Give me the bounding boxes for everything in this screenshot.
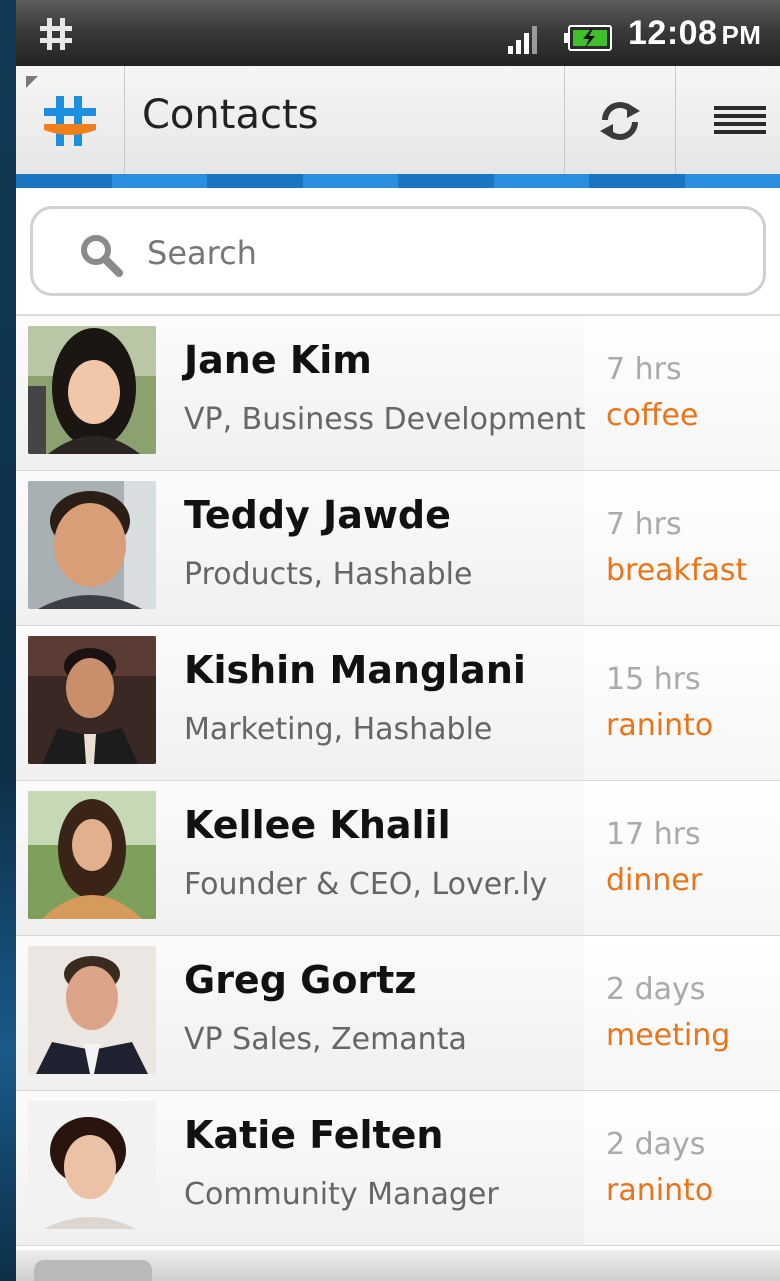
- contact-row[interactable]: Greg Gortz VP Sales, Zemanta 2 days meet…: [16, 936, 780, 1091]
- contact-time: 2 days: [606, 972, 706, 1007]
- contact-row[interactable]: Teddy Jawde Products, Hashable 7 hrs bre…: [16, 471, 780, 626]
- refresh-button[interactable]: [564, 66, 675, 174]
- avatar: [28, 791, 156, 919]
- status-bar: 12:08 PM: [16, 0, 780, 66]
- avatar: [28, 636, 156, 764]
- menu-button[interactable]: [675, 66, 780, 174]
- contact-activity: raninto: [606, 708, 714, 743]
- search-area: [16, 188, 780, 316]
- contact-name: Katie Felten: [184, 1113, 444, 1157]
- clock-ampm: PM: [721, 20, 762, 50]
- contact-row[interactable]: Kellee Khalil Founder & CEO, Lover.ly 17…: [16, 781, 780, 936]
- segment-strip: [16, 174, 780, 188]
- contact-row[interactable]: Katie Felten Community Manager 2 days ra…: [16, 1091, 780, 1246]
- dropdown-corner-icon: [26, 76, 38, 88]
- contact-role: VP Sales, Zemanta: [184, 1022, 467, 1057]
- contact-row[interactable]: Jane Kim VP, Business Development 7 hrs …: [16, 316, 780, 471]
- signal-bars-icon: [508, 26, 537, 54]
- avatar: [28, 326, 156, 454]
- contact-name: Jane Kim: [184, 338, 372, 382]
- contact-time: 7 hrs: [606, 507, 682, 542]
- contact-time: 7 hrs: [606, 352, 682, 387]
- avatar: [28, 481, 156, 609]
- status-clock: 12:08 PM: [628, 14, 761, 53]
- search-input[interactable]: [145, 229, 709, 277]
- contact-activity: meeting: [606, 1018, 731, 1053]
- contact-row[interactable]: Kishin Manglani Marketing, Hashable 15 h…: [16, 626, 780, 781]
- contact-activity: coffee: [606, 398, 699, 433]
- contact-name: Kellee Khalil: [184, 803, 451, 847]
- contact-name: Teddy Jawde: [184, 493, 451, 537]
- contact-role: Community Manager: [184, 1177, 499, 1212]
- hash-icon: [40, 18, 72, 50]
- avatar: [28, 1101, 156, 1229]
- clock-time: 12:08: [628, 14, 718, 52]
- contact-name: Kishin Manglani: [184, 648, 526, 692]
- wallpaper-edge: [0, 0, 16, 1281]
- action-bar: Contacts: [16, 66, 780, 174]
- contact-activity: breakfast: [606, 553, 748, 588]
- contact-role: Products, Hashable: [184, 557, 473, 592]
- contact-name: Greg Gortz: [184, 958, 417, 1002]
- contact-role: VP, Business Development: [184, 402, 586, 437]
- app-screen: 12:08 PM Contacts Search Jane Kim VP, Bu…: [16, 0, 780, 1281]
- page-title: Contacts: [142, 92, 319, 138]
- contact-time: 2 days: [606, 1127, 706, 1162]
- hashable-logo-icon: [44, 96, 96, 146]
- contact-list: Jane Kim VP, Business Development 7 hrs …: [16, 316, 780, 1246]
- contact-time: 15 hrs: [606, 662, 701, 697]
- refresh-icon: [600, 102, 640, 140]
- battery-charging-icon: [564, 25, 612, 51]
- bottom-bar: [16, 1250, 780, 1281]
- contact-activity: dinner: [606, 863, 703, 898]
- contact-role: Marketing, Hashable: [184, 712, 493, 747]
- contact-activity: raninto: [606, 1173, 714, 1208]
- app-logo-button[interactable]: [16, 66, 125, 174]
- search-icon: [81, 235, 123, 277]
- contact-role: Founder & CEO, Lover.ly: [184, 867, 548, 902]
- search-box[interactable]: [30, 206, 766, 296]
- avatar: [28, 946, 156, 1074]
- contact-time: 17 hrs: [606, 817, 701, 852]
- bottom-tab[interactable]: [34, 1260, 152, 1281]
